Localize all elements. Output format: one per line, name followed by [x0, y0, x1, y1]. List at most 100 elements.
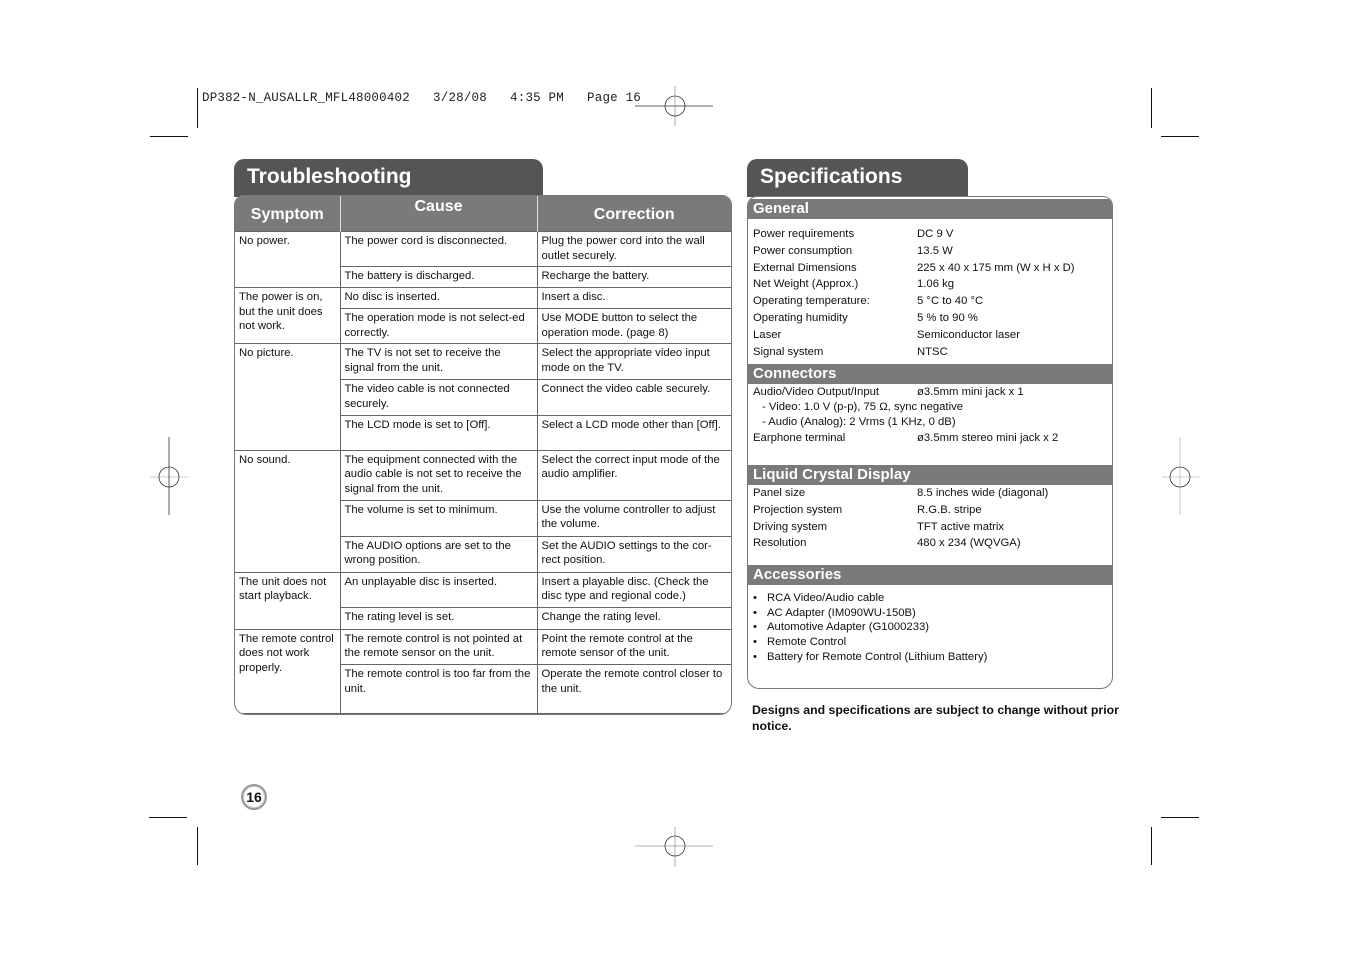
table-row: No sound. The equipment connected with th… [235, 449, 731, 573]
header-cause: Cause [340, 196, 538, 232]
spec-row: External Dimensions 225 x 40 x 175 mm (W … [753, 260, 1107, 277]
correction-cell: Select the appropriate video input mode … [536, 343, 731, 381]
table-row: The unit does not start playback. An unpl… [235, 571, 731, 630]
spec-row: Operating temperature: 5 °C to 40 °C [753, 293, 1107, 310]
spec-value: 480 x 234 (WQVGA) [917, 537, 1021, 550]
correction-cell: Operate the remote control closer to the… [536, 663, 731, 714]
table-row: The remote control does not work properl… [235, 628, 731, 714]
spec-subitem: - Video: 1.0 V (p-p), 75 Ω, sync negativ… [762, 401, 964, 413]
spec-value: DC 9 V [917, 228, 954, 240]
spec-key: Operating temperature: [753, 295, 870, 308]
specifications-title: Specifications [747, 159, 968, 197]
correction-cell: Use MODE button to select the operation … [536, 308, 731, 345]
correction-cell: Change the rating level. [536, 606, 731, 630]
table-row: No power. The power cord is disconnected.… [235, 230, 731, 289]
cause-cell: An unplayable disc is inserted. [339, 571, 538, 608]
spec-key: Signal system [753, 345, 824, 358]
accessory-item: Battery for Remote Control (Lithium Batt… [753, 650, 1112, 665]
troubleshooting-table: Symptom Cause Correction No power. The po… [234, 195, 732, 715]
spec-row: Panel size 8.5 inches wide (diagonal) [753, 485, 1107, 502]
registration-mark-left [150, 437, 188, 515]
accessory-item: RCA Video/Audio cable [753, 591, 1112, 606]
accessory-item: AC Adapter (IM090WU-150B) [753, 606, 1112, 621]
spec-row: Laser Semiconductor laser [753, 327, 1107, 344]
spec-row: Power requirements DC 9 V [753, 226, 1107, 243]
correction-cell: Connect the video cable securely. [536, 379, 731, 416]
spec-row: Driving system TFT active matrix [753, 519, 1107, 536]
cause-cell: The TV is not set to receive the signal … [339, 343, 538, 381]
spec-key: Net Weight (Approx.) [753, 278, 859, 291]
spec-value: ø3.5mm stereo mini jack x 2 [917, 431, 1059, 444]
cause-cell: The remote control is not pointed at the… [339, 628, 538, 665]
symptom-cell: The unit does not start playback. [235, 571, 341, 630]
spec-key: Panel size [753, 487, 806, 499]
registration-mark-top [635, 86, 713, 126]
spec-value: 5 °C to 40 °C [917, 295, 984, 308]
section-connectors: Audio/Video Output/Input ø3.5mm mini jac… [748, 384, 1112, 465]
symptom-cell: The remote control does not work properl… [235, 628, 341, 714]
accessory-label: Automotive Adapter (G1000233) [767, 621, 930, 634]
spec-row: Resolution 480 x 234 (WQVGA) [753, 535, 1107, 552]
table-row: No picture. The TV is not set to receive … [235, 343, 731, 451]
spec-value: 1.06 kg [917, 278, 955, 291]
registration-mark-bottom [635, 827, 713, 867]
header-symptom: Symptom [235, 196, 341, 232]
correction-cell: Recharge the battery. [536, 266, 731, 289]
spec-row: Signal system NTSC [753, 344, 1107, 361]
spec-key: Power consumption [753, 244, 853, 257]
spec-key: External Dimensions [753, 261, 857, 274]
spec-subitem: - Audio (Analog): 2 Vrms (1 KHz, 0 dB) [762, 415, 956, 428]
spec-row: Projection system R.G.B. stripe [753, 502, 1107, 519]
correction-cell: Use the volume controller to adjust the … [536, 499, 731, 537]
cause-cell: The video cable is not connected securel… [340, 379, 538, 416]
cause-cell: The volume is set to minimum. [340, 499, 538, 537]
spec-row: Operating humidity 5 % to 90 % [753, 310, 1107, 327]
symptom-cell: The power is on, but the unit does not w… [235, 287, 341, 345]
accessory-item: Automotive Adapter (G1000233) [753, 620, 1112, 635]
spec-key: Power requirements [753, 228, 855, 240]
correction-cell: Select a LCD mode other than [Off]. [536, 414, 731, 451]
spec-key: Operating humidity [753, 311, 848, 324]
spec-key: Driving system [753, 520, 828, 533]
section-connectors-heading: Connectors [748, 364, 1112, 384]
cause-cell: The rating level is set. [340, 606, 538, 630]
correction-cell: Plug the power cord into the wall outlet… [536, 230, 731, 268]
symptom-cell: No power. [235, 230, 341, 289]
accessory-item: Remote Control [753, 635, 1112, 650]
accessory-label: AC Adapter (IM090WU-150B) [767, 606, 916, 619]
troubleshooting-title: Troubleshooting [234, 159, 543, 197]
cause-cell: The equipment connected with the audio c… [339, 449, 538, 501]
spec-value: ø3.5mm mini jack x 1 [917, 386, 1024, 398]
cause-cell: The power cord is disconnected. [339, 230, 538, 268]
accessory-label: RCA Video/Audio cable [767, 592, 885, 604]
section-lcd-heading: Liquid Crystal Display [748, 465, 1112, 485]
section-general-heading: General [748, 199, 1112, 219]
spec-value: 225 x 40 x 175 mm (W x H x D) [917, 261, 1075, 274]
section-lcd: Panel size 8.5 inches wide (diagonal) Proj… [748, 485, 1112, 565]
spec-key: Earphone terminal [753, 431, 846, 444]
spec-row: Net Weight (Approx.) 1.06 kg [753, 276, 1107, 293]
symptom-cell: No sound. [235, 449, 341, 573]
registration-mark-right [1162, 437, 1200, 515]
spec-value: 5 % to 90 % [917, 311, 978, 324]
header-correction: Correction [537, 196, 731, 232]
spec-value: Semiconductor laser [917, 328, 1020, 341]
page-number-badge: 16 [241, 784, 267, 810]
correction-cell: Set the AUDIO settings to the cor-rect p… [536, 535, 731, 573]
accessory-label: Remote Control [767, 636, 847, 649]
cause-cell: The remote control is too far from the u… [340, 663, 538, 714]
cause-cell: The LCD mode is set to [Off]. [340, 414, 538, 451]
spec-value: R.G.B. stripe [917, 503, 982, 516]
table-row: The power is on, but the unit does not w… [235, 287, 731, 345]
cause-cell: The operation mode is not select-ed corr… [340, 308, 538, 345]
section-accessories-heading: Accessories [748, 565, 1112, 585]
accessories-list: RCA Video/Audio cable AC Adapter (IM090WU… [748, 585, 1112, 665]
spec-key: Projection system [753, 503, 843, 516]
printer-slug: DP382-N_AUSALLR_MFL48000402 3/28/08 4:35… [202, 91, 641, 105]
specifications-notice: Designs and specifications are subject t… [752, 703, 1119, 733]
spec-value: 8.5 inches wide (diagonal) [917, 487, 1049, 499]
correction-cell: Point the remote control at the remote s… [536, 628, 731, 665]
specifications-panel: General Power requirements DC 9 V Power co… [747, 196, 1113, 689]
spec-row: Power consumption 13.5 W [753, 243, 1107, 260]
spec-value: NTSC [917, 345, 948, 358]
